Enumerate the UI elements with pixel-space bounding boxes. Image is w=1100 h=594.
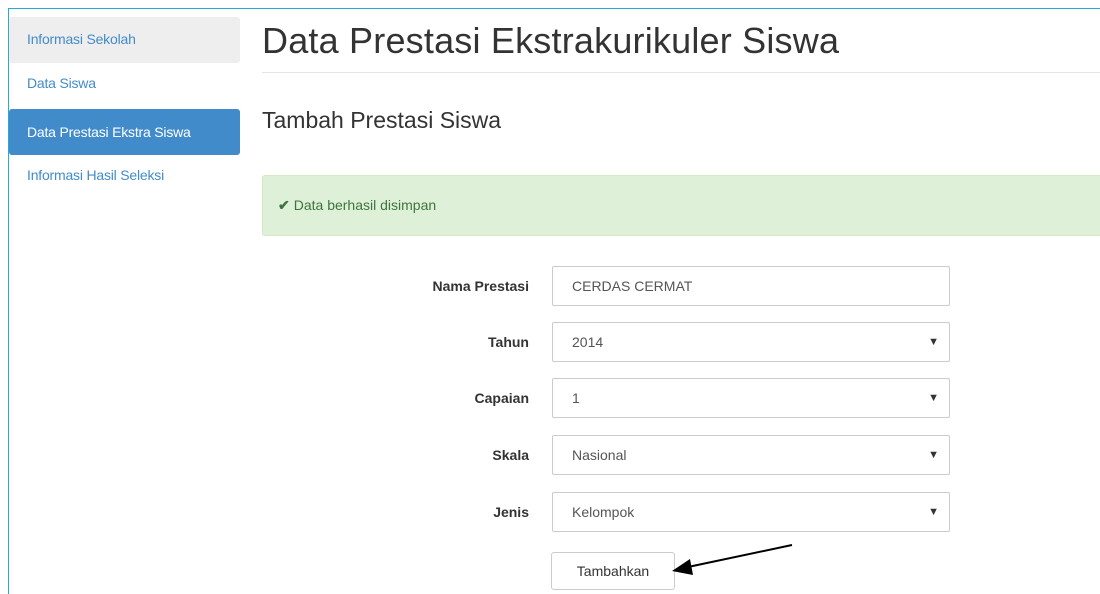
tahun-label: Tahun: [488, 334, 529, 350]
capaian-value: 1: [572, 390, 580, 406]
sidebar-item-informasi-sekolah[interactable]: Informasi Sekolah: [9, 17, 240, 63]
sidebar-item-data-siswa[interactable]: Data Siswa: [9, 63, 240, 109]
capaian-select[interactable]: 1 ▼: [552, 378, 950, 418]
form-row-skala: Skala Nasional ▼: [262, 435, 962, 475]
form-row-jenis: Jenis Kelompok ▼: [262, 492, 962, 532]
caret-down-icon: ▼: [928, 449, 939, 461]
jenis-label: Jenis: [493, 504, 529, 520]
caret-down-icon: ▼: [928, 506, 939, 518]
success-alert: ✔ Data berhasil disimpan: [262, 175, 1100, 236]
sidebar-item-data-prestasi-ekstra-siswa[interactable]: Data Prestasi Ekstra Siswa: [9, 109, 240, 155]
tambahkan-button[interactable]: Tambahkan: [551, 552, 675, 590]
caret-down-icon: ▼: [928, 392, 939, 404]
jenis-value: Kelompok: [572, 504, 635, 520]
skala-select[interactable]: Nasional ▼: [552, 435, 950, 475]
nama-prestasi-label: Nama Prestasi: [432, 278, 529, 294]
annotation-arrow-icon: [672, 544, 793, 575]
page-title: Data Prestasi Ekstrakurikuler Siswa: [262, 20, 840, 61]
sidebar-nav: Informasi Sekolah Data Siswa Data Presta…: [9, 17, 240, 201]
alert-text: Data berhasil disimpan: [293, 197, 437, 213]
form-row-capaian: Capaian 1 ▼: [262, 378, 962, 418]
page-subtitle: Tambah Prestasi Siswa: [262, 107, 502, 133]
caret-down-icon: ▼: [928, 336, 939, 348]
capaian-label: Capaian: [474, 390, 529, 406]
skala-value: Nasional: [572, 447, 627, 463]
tahun-select[interactable]: 2014 ▼: [552, 322, 950, 362]
form-row-tahun: Tahun 2014 ▼: [262, 322, 962, 362]
tahun-value: 2014: [572, 334, 604, 350]
nama-prestasi-input[interactable]: CERDAS CERMAT: [552, 266, 950, 306]
skala-label: Skala: [492, 447, 529, 463]
form-row-nama-prestasi: Nama Prestasi CERDAS CERMAT: [262, 266, 962, 306]
sidebar-item-informasi-hasil-seleksi[interactable]: Informasi Hasil Seleksi: [9, 155, 240, 201]
title-divider: [262, 72, 1100, 73]
jenis-select[interactable]: Kelompok ▼: [552, 492, 950, 532]
nama-prestasi-value: CERDAS CERMAT: [572, 278, 693, 294]
check-icon: ✔: [278, 197, 290, 213]
